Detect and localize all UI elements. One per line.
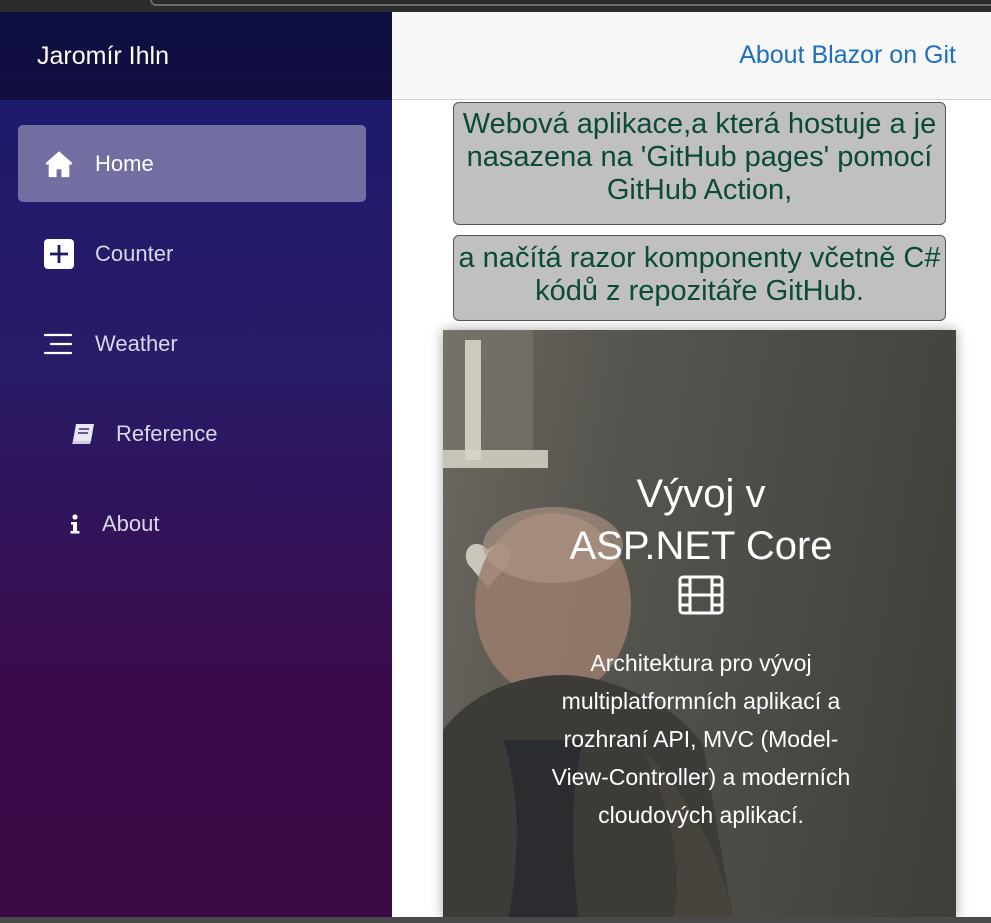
nav-menu: Home Counter Weather Reference About — [0, 100, 392, 562]
list-icon — [42, 327, 76, 361]
nav-item-about[interactable]: About — [18, 485, 366, 562]
info-banner-components: a načítá razor komponenty včetně C# kódů… — [453, 235, 946, 321]
info-banner-hosting: Webová aplikace,a která hostuje a je nas… — [453, 102, 946, 225]
nav-item-weather[interactable]: Weather — [18, 305, 366, 382]
nav-label-weather: Weather — [95, 330, 178, 356]
film-icon — [678, 575, 724, 628]
nav-label-about: About — [102, 510, 160, 536]
nav-label-home: Home — [95, 150, 154, 176]
card-title-block: Vývoj v ASP.NET Core — [551, 468, 851, 628]
browser-top-strip — [0, 0, 991, 12]
nav-label-reference: Reference — [116, 420, 218, 446]
nav-item-reference[interactable]: Reference — [18, 395, 366, 472]
main-content: About Blazor on Git Webová aplikace,a kt… — [392, 12, 991, 920]
sidebar: Jaromír Ihln Home Counter Weather Refere… — [0, 12, 392, 917]
card-description: Architektura pro vývoj multiplatformních… — [551, 650, 851, 828]
book-icon — [66, 417, 100, 451]
nav-label-counter: Counter — [95, 240, 174, 266]
nav-item-counter[interactable]: Counter — [18, 215, 366, 292]
info-icon — [58, 507, 92, 541]
card-title: Vývoj v ASP.NET Core — [569, 472, 833, 568]
bottom-strip — [0, 917, 991, 923]
plus-square-icon — [42, 237, 76, 271]
aspnet-core-card[interactable]: Vývoj v ASP.NET Core Architektura pro vý… — [443, 330, 956, 920]
nav-item-home[interactable]: Home — [18, 125, 366, 202]
home-icon — [42, 147, 76, 181]
brand-title[interactable]: Jaromír Ihln — [0, 12, 392, 100]
about-blazor-link[interactable]: About Blazor on Git — [739, 41, 956, 70]
card-content: Vývoj v ASP.NET Core Architektura pro vý… — [551, 468, 851, 834]
top-bar: About Blazor on Git — [392, 12, 991, 100]
